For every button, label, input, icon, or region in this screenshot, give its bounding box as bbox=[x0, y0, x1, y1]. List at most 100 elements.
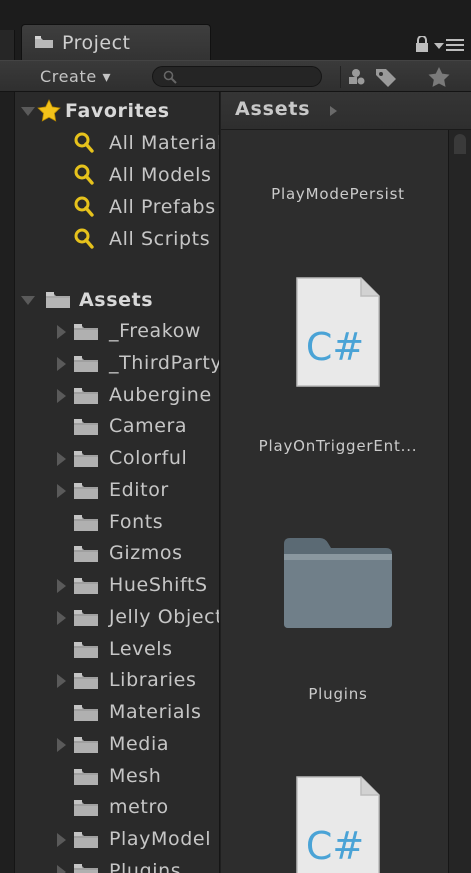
assets-root[interactable]: Assets bbox=[15, 285, 219, 315]
tree-folder-row[interactable]: Colorful bbox=[15, 444, 219, 474]
expand-arrow-icon[interactable] bbox=[57, 388, 66, 403]
tree-folder-label: Aubergine bbox=[109, 383, 212, 406]
search-icon bbox=[163, 69, 177, 88]
tree-folder-label: Libraries bbox=[109, 669, 197, 692]
folder-icon bbox=[73, 799, 99, 821]
folder-icon bbox=[73, 387, 99, 409]
folder-icon bbox=[73, 672, 99, 694]
folder-large-icon[interactable] bbox=[281, 536, 395, 634]
csharp-script-icon[interactable]: C# bbox=[295, 276, 381, 392]
csharp-glyph: C# bbox=[306, 325, 364, 369]
tree-folder-label: Plugins bbox=[109, 859, 182, 873]
folder-tab-icon bbox=[34, 34, 54, 53]
search-filter-icon bbox=[74, 132, 94, 158]
collapse-arrow-icon[interactable] bbox=[21, 107, 35, 116]
panel-menu-icon[interactable] bbox=[434, 37, 464, 57]
search-box[interactable] bbox=[152, 66, 322, 87]
asset-grid-panel: Assets PlayModePersist C# PlayOnTriggerE… bbox=[221, 92, 471, 873]
tree-folder-row[interactable]: Jelly Objects bbox=[15, 603, 219, 633]
assets-label: Assets bbox=[79, 289, 154, 311]
tree-folder-row[interactable]: Materials bbox=[15, 698, 219, 728]
tree-folder-row[interactable]: Aubergine bbox=[15, 381, 219, 411]
favorite-all-scripts[interactable]: All Scripts bbox=[15, 224, 219, 254]
expand-arrow-icon[interactable] bbox=[57, 737, 66, 752]
tree-folder-row[interactable]: Media bbox=[15, 730, 219, 760]
folder-icon bbox=[73, 736, 99, 758]
expand-arrow-icon[interactable] bbox=[57, 325, 66, 339]
tree-folder-row[interactable]: _Freakow bbox=[15, 317, 219, 347]
expand-arrow-icon[interactable] bbox=[57, 610, 66, 625]
search-filter-icon bbox=[74, 196, 94, 222]
folder-icon bbox=[73, 641, 99, 663]
favorite-all-prefabs[interactable]: All Prefabs bbox=[15, 192, 219, 222]
tab-project[interactable]: Project bbox=[21, 24, 211, 60]
breadcrumb-arrow-icon bbox=[330, 106, 337, 116]
folder-icon bbox=[73, 482, 99, 504]
create-button[interactable]: Create ▾ bbox=[40, 66, 111, 88]
tree-folder-row[interactable]: PlayModel bbox=[15, 825, 219, 855]
asset-item-label[interactable]: PlayOnTriggerEnt... bbox=[221, 437, 455, 455]
folder-icon bbox=[73, 418, 99, 440]
expand-arrow-icon[interactable] bbox=[57, 674, 66, 689]
tree-folder-label: metro bbox=[109, 796, 169, 819]
tree-folder-label: HueShiftS bbox=[109, 574, 208, 596]
search-input[interactable] bbox=[181, 68, 320, 87]
expand-arrow-icon[interactable] bbox=[57, 356, 66, 371]
expand-arrow-icon[interactable] bbox=[57, 483, 66, 498]
tree-folder-label: PlayModel bbox=[109, 828, 212, 850]
folder-icon bbox=[73, 577, 99, 599]
star-icon bbox=[37, 99, 61, 127]
favorite-label: All Prefabs bbox=[109, 196, 216, 218]
tree-folder-row[interactable]: Camera bbox=[15, 412, 219, 442]
expand-arrow-icon[interactable] bbox=[57, 452, 66, 466]
favorite-all-materials[interactable]: All Materials bbox=[15, 128, 219, 158]
expand-arrow-icon[interactable] bbox=[57, 833, 66, 847]
tree-folder-label: _Freakow bbox=[109, 320, 202, 342]
asset-item-label[interactable]: PlayModePersist bbox=[221, 185, 455, 203]
tree-folder-row[interactable]: metro bbox=[15, 793, 219, 823]
grid-scrollbar[interactable] bbox=[448, 130, 471, 873]
tree-folder-row[interactable]: _ThirdParty bbox=[15, 349, 220, 379]
breadcrumb-assets[interactable]: Assets bbox=[235, 98, 310, 120]
lock-icon[interactable] bbox=[415, 35, 429, 56]
breadcrumb: Assets bbox=[221, 92, 471, 130]
folder-icon bbox=[73, 450, 99, 472]
label-filter-icon[interactable] bbox=[372, 65, 402, 89]
collapse-arrow-icon[interactable] bbox=[21, 296, 35, 305]
tree-folder-label: Jelly Objects bbox=[109, 605, 219, 628]
favorites-star-icon[interactable] bbox=[424, 66, 454, 88]
tree-folder-label: Levels bbox=[109, 637, 173, 660]
tree-folder-label: Editor bbox=[109, 478, 169, 501]
tree-folder-label: Media bbox=[109, 732, 170, 755]
tree-folder-row[interactable]: Gizmos bbox=[15, 539, 219, 569]
tree-folder-row[interactable]: Levels bbox=[15, 635, 219, 665]
adjacent-panel-edge bbox=[0, 30, 15, 60]
favorite-label: All Materials bbox=[109, 132, 219, 154]
tree-folder-label: Colorful bbox=[109, 447, 188, 469]
tree-folder-label: Camera bbox=[109, 415, 188, 438]
favorites-label: Favorites bbox=[65, 100, 170, 122]
tree-folder-row[interactable]: Fonts bbox=[15, 508, 219, 538]
favorites-header[interactable]: Favorites bbox=[15, 96, 219, 127]
scrollbar-thumb[interactable] bbox=[454, 134, 466, 154]
tree-folder-row[interactable]: Mesh bbox=[15, 762, 219, 792]
tree-folder-label: _ThirdParty bbox=[109, 351, 220, 374]
favorite-all-models[interactable]: All Models bbox=[15, 160, 219, 190]
csharp-script-icon[interactable]: C# bbox=[295, 775, 381, 873]
tree-folder-row[interactable]: Libraries bbox=[15, 666, 219, 696]
tab-label: Project bbox=[62, 32, 131, 54]
tree-folder-label: Mesh bbox=[109, 764, 162, 787]
tree-folder-label: Materials bbox=[109, 701, 202, 723]
type-filter-icon[interactable] bbox=[340, 66, 369, 88]
csharp-glyph: C# bbox=[306, 824, 364, 868]
folder-icon bbox=[73, 323, 99, 345]
tree-folder-row[interactable]: Plugins bbox=[15, 857, 219, 873]
favorite-label: All Models bbox=[109, 164, 212, 186]
tree-folder-row[interactable]: HueShiftS bbox=[15, 571, 219, 601]
tree-folder-row[interactable]: Editor bbox=[15, 476, 219, 506]
expand-arrow-icon[interactable] bbox=[57, 864, 66, 873]
expand-arrow-icon[interactable] bbox=[57, 579, 66, 593]
asset-item-label[interactable]: Plugins bbox=[221, 685, 455, 703]
folder-icon bbox=[73, 831, 99, 853]
folder-tree-panel: Favorites All Materials All Models All P… bbox=[14, 92, 220, 873]
